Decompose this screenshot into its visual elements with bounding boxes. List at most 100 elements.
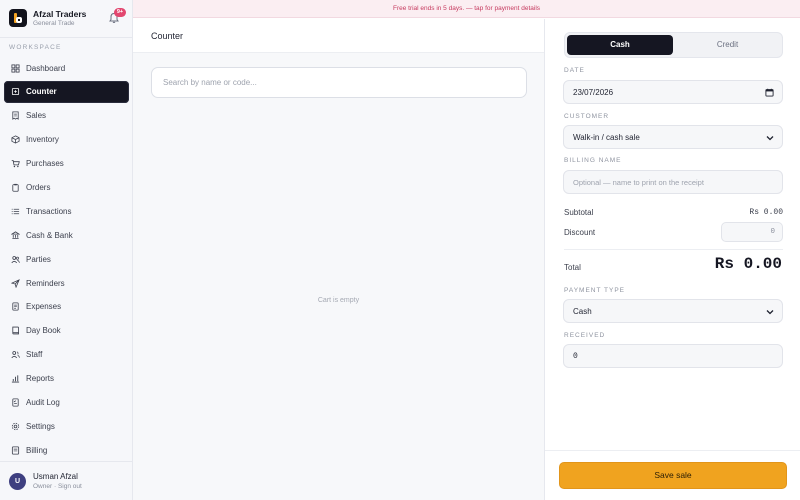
sidebar-item-label: Cash & Bank [26, 230, 73, 240]
brand-header: Afzal Traders General Trade 9+ [0, 0, 133, 38]
trial-banner[interactable]: Free trial ends in 5 days. — tap for pay… [133, 0, 800, 18]
sidebar-item-label: Transactions [26, 206, 72, 216]
sidebar-item-inventory[interactable]: Inventory [4, 129, 129, 151]
business-type: General Trade [33, 20, 75, 27]
cart-empty-message: Cart is empty [317, 297, 360, 304]
send-icon [11, 278, 20, 288]
payment-type-select[interactable]: Cash [563, 299, 783, 323]
sidebar-item-parties[interactable]: Parties [4, 248, 129, 270]
user-profile: U Usman Afzal Owner · Sign out [0, 461, 133, 500]
app-logo [9, 9, 27, 27]
sidebar-item-label: Inventory [26, 135, 59, 145]
sidebar-item-cash-bank[interactable]: Cash & Bank [4, 224, 129, 246]
log-icon [12, 398, 19, 407]
page-title: Counter [151, 31, 184, 41]
sidebar-item-day-book[interactable]: Day Book [4, 320, 129, 342]
sidebar-nav: Dashboard Counter Sales Inventory Purcha… [4, 57, 129, 463]
calendar-icon[interactable] [765, 88, 774, 97]
sidebar-item-expenses[interactable]: Expenses [4, 296, 129, 318]
sidebar-item-label: Audit Log [26, 397, 60, 407]
billing-name-label: BILLING NAME [564, 157, 622, 164]
product-search-input[interactable] [151, 67, 527, 98]
document-icon [12, 302, 19, 311]
sidebar-item-label: Reminders [26, 278, 65, 288]
sidebar-item-label: Billing [26, 445, 48, 455]
user-group-icon [11, 351, 20, 359]
card-icon [11, 446, 20, 455]
discount-input[interactable]: 0 [721, 222, 783, 242]
sale-panel: Cash Credit DATE 23/07/2026 CUSTOMER Wal… [544, 19, 800, 500]
sidebar-item-audit-log[interactable]: Audit Log [4, 391, 129, 413]
chevron-down-icon [766, 310, 774, 315]
sidebar-item-dashboard[interactable]: Dashboard [4, 57, 129, 79]
panel-footer: Save sale [545, 450, 800, 500]
workspace-section-label: WORKSPACE [9, 44, 62, 51]
gear-icon [11, 422, 20, 431]
subtotal-row: Subtotal Rs 0.00 [564, 208, 783, 217]
date-value: 23/07/2026 [573, 87, 614, 97]
sidebar-item-reminders[interactable]: Reminders [4, 272, 129, 294]
sidebar-item-purchases[interactable]: Purchases [4, 153, 129, 175]
sidebar-item-staff[interactable]: Staff [4, 344, 129, 366]
date-label: DATE [564, 67, 585, 74]
customer-select[interactable]: Walk-in / cash sale [563, 125, 783, 149]
received-label: RECEIVED [564, 332, 606, 339]
total-value: Rs 0.00 [714, 255, 782, 273]
notification-badge[interactable]: 9+ [114, 8, 126, 17]
sidebar-item-sales[interactable]: Sales [4, 105, 129, 127]
clipboard-icon [12, 183, 19, 192]
bank-icon [11, 231, 20, 239]
subtotal-value: Rs 0.00 [749, 208, 783, 217]
date-field[interactable]: 23/07/2026 [563, 80, 783, 104]
save-sale-button[interactable]: Save sale [559, 462, 787, 489]
user-name: Usman Afzal [33, 472, 78, 481]
tab-credit[interactable]: Credit [675, 35, 780, 55]
users-icon [11, 255, 20, 263]
sidebar-item-label: Orders [26, 182, 51, 192]
sidebar-item-label: Day Book [26, 326, 61, 336]
sidebar-item-label: Staff [26, 350, 43, 360]
sidebar-item-label: Settings [26, 421, 55, 431]
sidebar-item-label: Purchases [26, 159, 64, 169]
business-name: Afzal Traders [33, 9, 87, 19]
sidebar-item-label: Sales [26, 111, 47, 121]
box-icon [11, 135, 20, 144]
sidebar-item-reports[interactable]: Reports [4, 368, 129, 390]
customer-label: CUSTOMER [564, 113, 610, 120]
sidebar-item-billing[interactable]: Billing [4, 439, 129, 461]
sidebar-item-settings[interactable]: Settings [4, 415, 129, 437]
cart-icon [11, 160, 20, 168]
billing-name-input[interactable]: Optional — name to print on the receipt [563, 170, 783, 194]
customer-value: Walk-in / cash sale [573, 132, 640, 142]
sidebar-item-label: Parties [26, 254, 51, 264]
discount-label: Discount [564, 228, 596, 237]
sidebar: Afzal Traders General Trade 9+ WORKSPACE… [0, 0, 133, 500]
subtotal-label: Subtotal [564, 208, 594, 217]
sidebar-item-label: Dashboard [26, 63, 66, 73]
sidebar-item-transactions[interactable]: Transactions [4, 200, 129, 222]
register-icon [11, 88, 20, 96]
sidebar-item-orders[interactable]: Orders [4, 176, 129, 198]
tab-cash[interactable]: Cash [567, 35, 673, 55]
sidebar-item-label: Counter [26, 87, 57, 97]
avatar[interactable]: U [9, 473, 26, 490]
sign-out-link[interactable]: Sign out [58, 483, 82, 490]
divider [564, 249, 783, 250]
sidebar-item-counter[interactable]: Counter [4, 80, 129, 103]
user-role: Owner [33, 483, 53, 490]
sidebar-item-label: Expenses [26, 302, 62, 312]
receipt-icon [12, 111, 19, 121]
user-role-line: Owner · Sign out [33, 483, 82, 490]
book-icon [12, 326, 19, 335]
sale-type-toggle: Cash Credit [564, 32, 783, 58]
payment-type-label: PAYMENT TYPE [564, 287, 626, 294]
received-input[interactable]: 0 [563, 344, 783, 368]
main-header: Counter [133, 19, 544, 53]
sidebar-item-label: Reports [26, 374, 55, 384]
chevron-down-icon [766, 136, 774, 141]
counter-main: Counter Cart is empty [133, 19, 544, 500]
bar-chart-icon [11, 375, 20, 383]
payment-type-value: Cash [573, 306, 592, 316]
list-icon [11, 208, 20, 215]
total-label: Total [564, 263, 581, 272]
